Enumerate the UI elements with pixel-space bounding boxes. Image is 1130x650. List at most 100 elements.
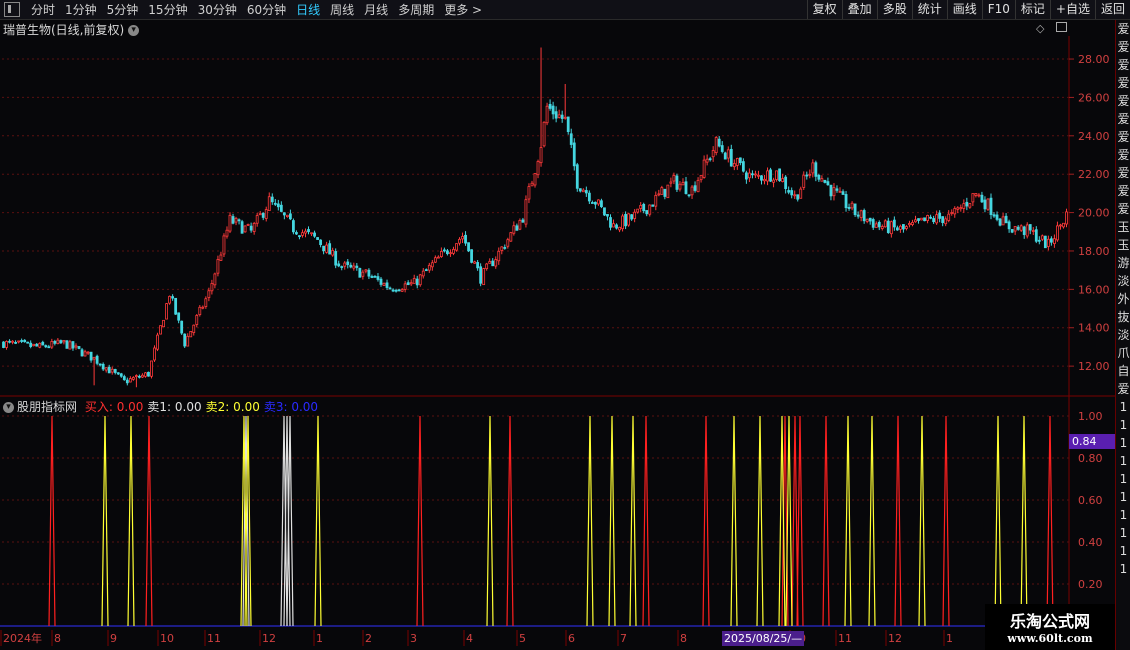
candle-body <box>741 161 745 172</box>
side-char-9: 爱 <box>1117 184 1130 198</box>
candle-body <box>660 187 664 195</box>
candle-body <box>77 346 81 349</box>
watermark-logo: 乐淘公式网 www.60lt.com <box>985 604 1115 650</box>
price-tick-label: 16.00 <box>1078 283 1110 296</box>
candle-body <box>150 360 153 377</box>
candle-body <box>654 194 658 207</box>
candle-body <box>168 295 172 304</box>
candle-body <box>476 262 480 269</box>
side-char-7: 爱 <box>1117 148 1130 162</box>
candle-body <box>898 225 902 230</box>
candle-body <box>162 319 165 328</box>
candle-body <box>606 214 609 217</box>
candle-body <box>147 371 150 377</box>
signal-spike-2 <box>785 415 793 627</box>
candle-body <box>128 378 132 383</box>
candle-body <box>823 179 827 183</box>
candle-body <box>379 278 383 285</box>
side-char-20: 自 <box>1117 364 1130 378</box>
candle-body <box>485 263 489 270</box>
candle-body <box>793 194 797 197</box>
candle-body <box>446 250 449 255</box>
price-tick-label: 26.00 <box>1078 91 1110 104</box>
candle-body <box>264 209 268 219</box>
candle-body <box>853 203 857 216</box>
candle-body <box>518 220 522 230</box>
candle-body <box>116 372 120 375</box>
candle-body <box>808 173 812 176</box>
candle-body <box>551 105 555 115</box>
candle-body <box>1010 229 1014 233</box>
x-tick-label: 6 <box>568 632 575 645</box>
candle-body <box>439 251 443 257</box>
candle-body <box>651 204 655 207</box>
signal-spike-2 <box>629 415 637 627</box>
candle-body <box>732 163 736 168</box>
signal-spike-0 <box>48 415 56 627</box>
candle-body <box>183 333 187 347</box>
candle-body <box>195 315 199 325</box>
candle-body <box>412 278 416 284</box>
candle-body <box>421 270 425 277</box>
candle-body <box>316 237 319 240</box>
candle-body <box>799 188 803 199</box>
price-tick-label: 28.00 <box>1078 53 1110 66</box>
candle-body <box>388 287 392 290</box>
candle-body <box>989 197 993 215</box>
candle-body <box>886 220 890 233</box>
candle-body <box>249 225 253 231</box>
candle-body <box>113 369 117 373</box>
candle-body <box>569 133 573 145</box>
signal-spike-0 <box>416 415 424 627</box>
candle-body <box>826 181 830 186</box>
candle-body <box>165 303 168 320</box>
candle-body <box>1031 230 1035 232</box>
x-tick-label: 10 <box>160 632 174 645</box>
candle-body <box>720 145 724 152</box>
candle-body <box>180 320 184 334</box>
candle-body <box>892 219 896 228</box>
candle-body <box>590 202 594 204</box>
candle-body <box>796 194 800 200</box>
candle-body <box>929 216 932 219</box>
chevron-down-icon[interactable]: ▾ <box>3 402 14 413</box>
candle-body <box>956 207 960 210</box>
side-char-31: 1 <box>1119 562 1128 576</box>
candle-body <box>787 190 791 193</box>
indicator-value-2: 卖2: 0.00 <box>205 400 260 414</box>
candle-body <box>346 261 350 265</box>
side-char-17: 淡 <box>1117 328 1130 342</box>
candle-body <box>790 190 794 196</box>
candle-body <box>47 346 51 349</box>
candle-body <box>361 271 365 277</box>
candle-body <box>838 190 842 193</box>
candle-body <box>62 340 66 343</box>
candle-body <box>358 267 362 278</box>
candle-body <box>699 174 703 181</box>
price-tick-label: 14.00 <box>1078 322 1110 335</box>
candle-body <box>364 269 368 272</box>
candle-body <box>301 232 304 236</box>
candle-body <box>14 341 17 344</box>
side-char-6: 爱 <box>1117 130 1130 144</box>
candle-body <box>307 229 310 233</box>
candle-body <box>506 239 510 247</box>
candle-body <box>992 214 996 217</box>
candle-body <box>735 158 739 166</box>
candle-body <box>908 223 911 226</box>
candle-body <box>328 243 332 255</box>
candle-body <box>159 325 162 335</box>
candle-body <box>234 217 238 223</box>
side-char-14: 淡 <box>1117 274 1130 288</box>
candle-body <box>125 379 129 384</box>
candle-body <box>533 173 537 186</box>
candle-body <box>850 202 854 209</box>
candle-body <box>587 192 591 202</box>
signal-spike-0 <box>942 415 950 627</box>
candle-body <box>609 217 612 228</box>
side-char-15: 外 <box>1117 292 1130 306</box>
candle-body <box>74 345 78 348</box>
candle-body <box>68 341 72 350</box>
candle-body <box>515 225 519 231</box>
side-char-4: 爱 <box>1117 94 1130 108</box>
